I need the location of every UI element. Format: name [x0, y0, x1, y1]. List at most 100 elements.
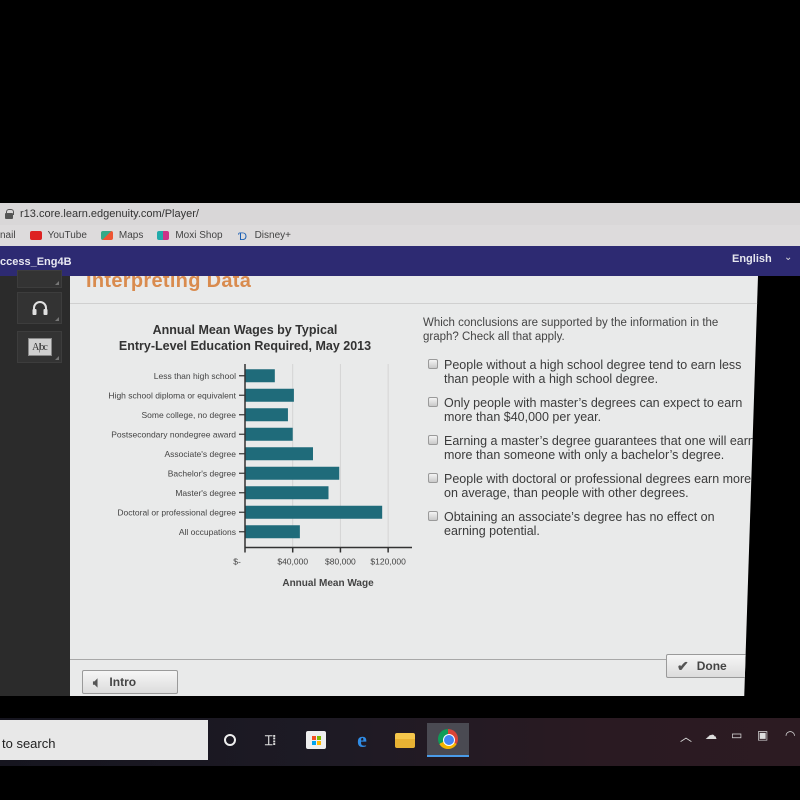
title-divider — [70, 303, 758, 304]
screen: r13.core.learn.edgenuity.com/Player/ nai… — [0, 0, 800, 800]
answer-option-text: Obtaining an associate’s degree has no e… — [444, 510, 715, 538]
done-button[interactable]: ✔ Done — [666, 654, 758, 678]
bar — [245, 427, 293, 441]
disney-plus-icon: Ɗ — [238, 231, 248, 243]
bookmark-youtube[interactable]: YouTube — [29, 230, 87, 241]
answer-option[interactable]: People without a high school degree tend… — [425, 358, 755, 386]
category-label: Associate's degree — [164, 449, 236, 459]
category-label: Less than high school — [154, 371, 236, 381]
onedrive-icon[interactable]: ☁ — [705, 728, 717, 742]
bookmark-label: YouTube — [47, 230, 87, 241]
url-text[interactable]: r13.core.learn.edgenuity.com/Player/ — [20, 208, 199, 220]
checkbox[interactable] — [428, 473, 438, 483]
youtube-icon — [29, 231, 42, 240]
question-prompt: Which conclusions are supported by the i… — [423, 317, 719, 343]
headphones-icon — [32, 301, 47, 315]
intro-button[interactable]: 🔈︎ Intro — [82, 670, 178, 694]
show-hidden-icons-icon[interactable]: ︿ — [680, 728, 692, 745]
chart-bars — [245, 369, 383, 539]
answer-option[interactable]: Only people with master’s degrees can ex… — [425, 396, 755, 424]
x-tick-label: $- — [233, 557, 241, 567]
wifi-icon[interactable]: ◠ — [785, 728, 795, 742]
windows-taskbar: to search ⌶⁞ e ︿ ☁ ▭ ▣ ◠ — [0, 718, 800, 766]
answer-option[interactable]: Earning a master’s degree guarantees tha… — [425, 434, 755, 462]
file-explorer-button[interactable] — [391, 726, 419, 754]
chart-title-line-1: Annual Mean Wages by Typical — [152, 323, 338, 337]
bookmark-label: Disney+ — [254, 230, 291, 241]
bar — [245, 466, 340, 480]
lock-icon — [4, 209, 14, 219]
bookmark-label: Maps — [118, 230, 144, 241]
bar — [245, 505, 383, 519]
checkbox[interactable] — [428, 435, 438, 445]
category-label: High school diploma or equivalent — [108, 390, 236, 400]
answer-option[interactable]: Obtaining an associate’s degree has no e… — [425, 510, 755, 538]
bar — [245, 447, 313, 461]
intro-label: Intro — [109, 675, 137, 689]
language-selector[interactable]: English — [732, 253, 772, 265]
chevron-down-icon[interactable]: ⌄ — [784, 252, 792, 263]
x-tick-label: $40,000 — [277, 557, 308, 567]
search-placeholder: to search — [2, 736, 56, 751]
chrome-icon — [438, 729, 458, 749]
checkbox[interactable] — [428, 397, 438, 407]
bar — [245, 525, 300, 539]
answer-option-text: Only people with master’s degrees can ex… — [444, 396, 743, 424]
answer-option[interactable]: People with doctoral or professional deg… — [425, 472, 755, 500]
done-label: Done — [696, 659, 727, 673]
chart-category-labels: Less than high school High school diploma… — [108, 371, 236, 537]
tool-sidebar: A|bc — [0, 270, 70, 696]
bar — [245, 369, 275, 383]
bar — [245, 486, 329, 500]
dictionary-button[interactable]: A|bc — [17, 331, 62, 363]
chart-title-line-2: Entry-Level Education Required, May 2013 — [118, 339, 372, 353]
course-header: ccess_Eng4B English ⌄ — [0, 246, 800, 276]
task-view-button[interactable]: ⌶⁞ — [256, 726, 284, 754]
store-button[interactable] — [302, 726, 330, 754]
chrome-button[interactable] — [427, 723, 469, 757]
category-label: Some college, no degree — [141, 410, 236, 420]
bookmark-mail[interactable]: nail — [0, 230, 16, 241]
answer-option-text: Earning a master’s degree guarantees tha… — [444, 434, 755, 462]
content-panel: Interpreting Data Annual Mean Wages by T… — [70, 276, 758, 696]
edge-button[interactable]: e — [348, 726, 376, 754]
read-aloud-button[interactable] — [17, 292, 62, 324]
x-tick-label: $120,000 — [370, 557, 406, 567]
category-label: Doctoral or professional degree — [117, 507, 236, 517]
address-bar[interactable]: r13.core.learn.edgenuity.com/Player/ — [0, 203, 800, 225]
category-label: Bachelor's degree — [168, 468, 237, 478]
speaker-icon: 🔈︎ — [93, 673, 102, 690]
answer-options: People without a high school degree tend… — [425, 358, 755, 548]
footer-divider — [70, 659, 758, 660]
bookmark-moxi-shop[interactable]: Moxi Shop — [157, 230, 223, 241]
chart-tick-labels: $- $40,000 $80,000 $120,000 — [233, 557, 406, 567]
bookmark-disney-plus[interactable]: Ɗ Disney+ — [237, 230, 291, 243]
answer-option-text: People without a high school degree tend… — [444, 358, 742, 386]
category-label: Postsecondary nondegree award — [111, 429, 236, 439]
checkbox[interactable] — [428, 359, 438, 369]
task-view-icon: ⌶⁞ — [264, 731, 276, 748]
wage-bar-chart: Less than high school High school diploma… — [108, 364, 412, 589]
checkmark-icon: ✔ — [677, 657, 689, 674]
notification-icon[interactable]: ▣ — [757, 728, 768, 742]
maps-icon — [100, 231, 113, 240]
category-label: All occupations — [179, 527, 236, 537]
pencil-tool-button[interactable] — [17, 270, 62, 288]
bookmark-maps[interactable]: Maps — [100, 230, 144, 241]
bookmark-label: Moxi Shop — [175, 230, 223, 241]
taskbar-search-box[interactable]: to search — [0, 720, 208, 760]
checkbox[interactable] — [428, 511, 438, 521]
cortana-button[interactable] — [216, 726, 244, 754]
dictionary-icon: A|bc — [27, 338, 52, 356]
microsoft-store-icon — [306, 731, 326, 749]
bookmarks-bar: nail YouTube Maps Moxi Shop Ɗ Disney+ — [0, 225, 800, 246]
bookmark-label: nail — [0, 230, 16, 241]
chart-title: Annual Mean Wages by Typical Entry-Level… — [100, 322, 390, 354]
bar — [245, 388, 294, 402]
category-label: Master's degree — [175, 488, 236, 498]
battery-icon[interactable]: ▭ — [731, 728, 742, 742]
moxi-shop-icon — [157, 231, 170, 240]
cortana-icon — [224, 734, 236, 746]
course-name: ccess_Eng4B — [0, 256, 72, 268]
answer-option-text: People with doctoral or professional deg… — [444, 472, 755, 500]
